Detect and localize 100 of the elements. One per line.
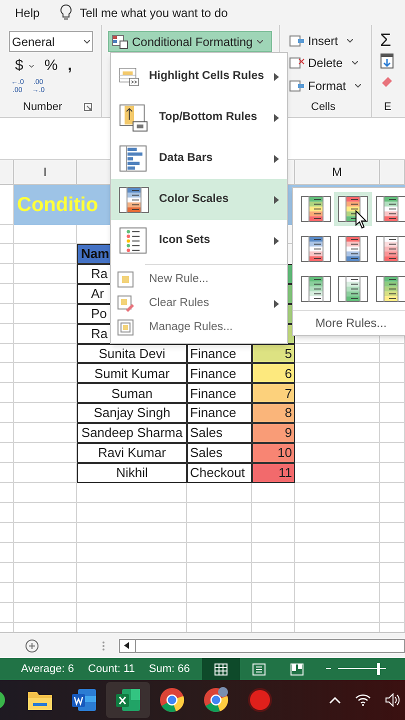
grid-cell[interactable] <box>380 363 405 384</box>
grid-cell[interactable] <box>252 522 295 543</box>
grid-cell[interactable] <box>252 602 295 623</box>
grid-cell[interactable] <box>380 482 405 503</box>
grid-cell[interactable] <box>14 502 77 523</box>
more-icon[interactable] <box>102 640 105 650</box>
cells-button[interactable]: Delete <box>289 54 371 73</box>
grid-cell[interactable] <box>380 462 405 483</box>
help-tab[interactable]: Help <box>15 4 40 22</box>
grid-cell[interactable] <box>14 462 77 483</box>
grid-cell[interactable] <box>0 244 14 264</box>
grid-cell[interactable] <box>187 582 252 603</box>
browser-icon[interactable] <box>159 687 185 713</box>
menu-item[interactable]: Color Scales <box>111 179 287 220</box>
grid-cell[interactable] <box>0 363 14 384</box>
grid-cell[interactable] <box>380 383 405 404</box>
grid-cell[interactable] <box>77 602 187 623</box>
currency-button[interactable]: $ <box>15 55 34 78</box>
grid-cell[interactable] <box>14 225 77 244</box>
grid-cell[interactable] <box>380 403 405 424</box>
grid-cell[interactable] <box>295 363 380 384</box>
add-sheet-icon[interactable] <box>25 638 39 652</box>
grid-cell[interactable] <box>0 522 14 543</box>
menu-item[interactable]: Top/Bottom Rules <box>111 97 287 138</box>
grid-cell[interactable] <box>0 225 14 244</box>
excel-icon[interactable] <box>115 688 141 712</box>
grid-cell[interactable] <box>0 602 14 623</box>
grid-cell[interactable] <box>14 304 77 324</box>
taskbar-button[interactable] <box>106 682 150 718</box>
grid-cell[interactable] <box>380 502 405 523</box>
grid-cell[interactable] <box>14 324 77 344</box>
eraser-icon[interactable] <box>380 75 394 87</box>
grid-cell[interactable] <box>0 264 14 284</box>
grid-cell[interactable] <box>14 582 77 603</box>
grid-cell[interactable] <box>0 462 14 483</box>
grid-cell[interactable] <box>77 502 187 523</box>
grid-cell[interactable] <box>14 344 77 364</box>
grid-cell[interactable] <box>187 542 252 563</box>
grid-cell[interactable] <box>295 403 380 424</box>
zoom-slider-thumb[interactable] <box>377 663 380 675</box>
cells-button[interactable]: Format <box>289 76 371 96</box>
wifi-icon[interactable] <box>355 694 371 706</box>
autosum-button[interactable]: Σ <box>380 29 392 51</box>
folder-icon[interactable] <box>27 689 53 711</box>
grid-cell[interactable] <box>380 443 405 463</box>
grid-cell[interactable] <box>14 284 77 304</box>
grid-cell[interactable] <box>77 562 187 583</box>
grid-cell[interactable] <box>0 344 14 364</box>
grid-cell[interactable] <box>295 542 380 563</box>
grid-cell[interactable] <box>252 482 295 503</box>
grid-cell[interactable] <box>187 562 252 583</box>
number-format-dropdown[interactable]: General <box>9 31 93 52</box>
grid-cell[interactable] <box>0 423 14 444</box>
grid-cell[interactable] <box>295 582 380 603</box>
grid-cell[interactable] <box>14 443 77 463</box>
tell-me-search[interactable]: Tell me what you want to do <box>80 4 228 22</box>
grid-cell[interactable] <box>0 383 14 404</box>
app-icon[interactable] <box>0 690 6 710</box>
conditional-formatting-button[interactable]: Conditional Formatting <box>108 31 272 52</box>
cells-button[interactable]: Insert <box>289 31 371 50</box>
menu-item[interactable]: Data Bars <box>111 138 287 179</box>
grid-cell[interactable] <box>0 443 14 463</box>
color-scale-option[interactable] <box>334 192 372 226</box>
word-icon[interactable] <box>71 688 97 712</box>
volume-icon[interactable] <box>385 693 401 707</box>
grid-cell[interactable] <box>0 542 14 563</box>
dialog-launcher-icon[interactable] <box>84 102 92 111</box>
chevron-up-icon[interactable] <box>329 696 341 704</box>
grid-cell[interactable] <box>252 542 295 563</box>
grid-cell[interactable] <box>380 344 405 364</box>
grid-cell[interactable] <box>187 502 252 523</box>
grid-cell[interactable] <box>0 284 14 304</box>
grid-cell[interactable] <box>14 363 77 384</box>
grid-cell[interactable] <box>380 562 405 583</box>
grid-cell[interactable] <box>77 542 187 563</box>
record-icon[interactable] <box>247 687 273 713</box>
grid-cell[interactable] <box>295 522 380 543</box>
grid-cell[interactable] <box>295 383 380 404</box>
grid-cell[interactable] <box>0 482 14 503</box>
grid-cell[interactable] <box>380 542 405 563</box>
grid-cell[interactable] <box>14 542 77 563</box>
more-rules-link[interactable]: More Rules... <box>315 314 387 332</box>
grid-cell[interactable] <box>0 304 14 324</box>
grid-cell[interactable] <box>380 582 405 603</box>
grid-cell[interactable] <box>0 403 14 424</box>
browser-icon[interactable] <box>203 687 229 713</box>
grid-cell[interactable] <box>14 482 77 503</box>
grid-cell[interactable] <box>295 462 380 483</box>
column-header[interactable] <box>0 160 14 185</box>
grid-cell[interactable] <box>187 482 252 503</box>
percent-button[interactable]: % <box>44 55 58 78</box>
grid-cell[interactable] <box>295 423 380 444</box>
grid-cell[interactable] <box>77 522 187 543</box>
grid-cell[interactable] <box>0 324 14 344</box>
comma-button[interactable]: , <box>68 55 72 78</box>
grid-cell[interactable] <box>295 562 380 583</box>
grid-cell[interactable] <box>77 582 187 603</box>
fill-icon[interactable] <box>380 53 394 69</box>
grid-cell[interactable] <box>14 562 77 583</box>
grid-cell[interactable] <box>14 522 77 543</box>
